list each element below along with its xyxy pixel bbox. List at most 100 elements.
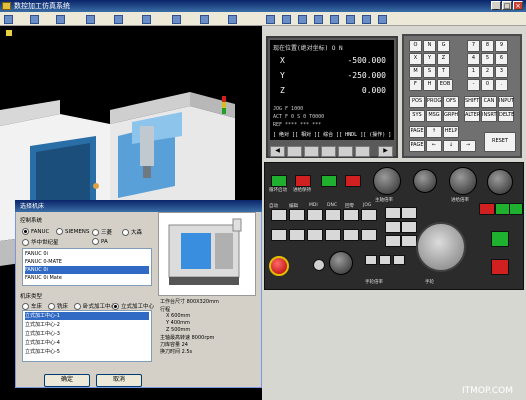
key[interactable]: OFS bbox=[443, 96, 459, 108]
mode-ref-button[interactable] bbox=[343, 209, 359, 221]
key[interactable]: SYS bbox=[409, 110, 425, 122]
key[interactable]: 4 bbox=[467, 53, 480, 65]
key[interactable]: GRPH bbox=[443, 110, 459, 122]
key[interactable]: 3 bbox=[495, 66, 508, 78]
spindle-override-knob[interactable] bbox=[373, 167, 401, 195]
softkey[interactable] bbox=[355, 146, 370, 157]
toolbar-button[interactable] bbox=[346, 14, 355, 24]
key[interactable]: INPUT bbox=[498, 96, 514, 108]
menu-item[interactable] bbox=[114, 14, 125, 24]
ok-button[interactable]: 确定 bbox=[44, 374, 90, 387]
key[interactable]: S bbox=[423, 66, 436, 78]
list-item[interactable]: 立式加工中心-3 bbox=[25, 330, 60, 338]
panel-button[interactable] bbox=[361, 229, 377, 241]
softkey[interactable] bbox=[304, 146, 319, 157]
close-button[interactable]: × bbox=[513, 1, 523, 10]
key[interactable]: PROG bbox=[426, 96, 442, 108]
panel-button[interactable] bbox=[271, 229, 287, 241]
list-item[interactable]: 立式加工中心-5 bbox=[25, 348, 60, 356]
key[interactable]: 9 bbox=[495, 40, 508, 52]
axis-4-button[interactable] bbox=[401, 221, 417, 233]
list-item[interactable]: 立式加工中心-4 bbox=[25, 339, 60, 347]
control-option[interactable]: 大森 bbox=[122, 228, 142, 236]
menu-item[interactable] bbox=[172, 14, 183, 24]
key[interactable]: ↓ bbox=[443, 140, 459, 152]
type-option[interactable]: 卧式加工中心 bbox=[74, 302, 116, 310]
key[interactable]: PAGE bbox=[409, 140, 425, 152]
key[interactable]: F bbox=[409, 79, 422, 91]
axis-y-button[interactable] bbox=[401, 207, 417, 219]
axis-x-button[interactable] bbox=[385, 207, 401, 219]
list-item-selected[interactable]: 立式加工中心-1 bbox=[25, 312, 149, 320]
toolbar-button[interactable] bbox=[298, 14, 307, 24]
menu-item[interactable] bbox=[200, 14, 211, 24]
control-option[interactable]: PA bbox=[92, 238, 108, 245]
control-option[interactable]: 三菱 bbox=[92, 228, 112, 236]
menu-item[interactable] bbox=[56, 14, 67, 24]
jog-rate-knob[interactable] bbox=[487, 169, 513, 195]
menu-item[interactable] bbox=[30, 14, 41, 24]
panel-button-red[interactable] bbox=[479, 203, 495, 215]
key[interactable]: DELTE bbox=[498, 110, 514, 122]
key[interactable]: Z bbox=[437, 53, 450, 65]
key[interactable]: 1 bbox=[467, 66, 480, 78]
panel-button[interactable] bbox=[379, 255, 391, 265]
mode-auto-button[interactable] bbox=[271, 209, 287, 221]
key[interactable]: MSG bbox=[426, 110, 442, 122]
key[interactable]: O bbox=[409, 40, 422, 52]
key[interactable]: Y bbox=[423, 53, 436, 65]
key[interactable]: 8 bbox=[481, 40, 494, 52]
key[interactable]: - bbox=[467, 79, 480, 91]
key[interactable]: 0 bbox=[481, 79, 494, 91]
key[interactable]: POS bbox=[409, 96, 425, 108]
menu-item[interactable] bbox=[86, 14, 97, 24]
reset-key[interactable]: RESET bbox=[484, 132, 516, 152]
menu-item[interactable] bbox=[142, 14, 153, 24]
softkey[interactable] bbox=[338, 146, 353, 157]
control-system-list[interactable]: FANUC 0i FANUC 0-MATE FANUC 0i FANUC 0i … bbox=[22, 248, 152, 286]
key[interactable]: SHIFT bbox=[464, 96, 480, 108]
list-item[interactable]: FANUC 0i Mate bbox=[25, 274, 62, 282]
list-item-selected[interactable]: FANUC 0i bbox=[25, 266, 149, 274]
key[interactable]: M bbox=[409, 66, 422, 78]
key[interactable]: EOB bbox=[437, 79, 453, 91]
control-option[interactable]: FANUC bbox=[22, 228, 49, 235]
mode-select-knob[interactable] bbox=[329, 251, 353, 275]
jog-plus-button[interactable] bbox=[401, 235, 417, 247]
type-option[interactable]: 铣床 bbox=[48, 302, 68, 310]
toolbar-button[interactable] bbox=[330, 14, 339, 24]
softkey[interactable] bbox=[287, 146, 302, 157]
key[interactable]: PAGE bbox=[409, 126, 425, 138]
cycle-start-button[interactable] bbox=[271, 175, 287, 187]
jog-minus-button[interactable] bbox=[385, 235, 401, 247]
key[interactable]: 2 bbox=[481, 66, 494, 78]
maximize-button[interactable]: □ bbox=[502, 1, 512, 10]
toolbar-button[interactable] bbox=[314, 14, 323, 24]
panel-button[interactable] bbox=[307, 229, 323, 241]
key[interactable]: ALTER bbox=[464, 110, 480, 122]
machine-list[interactable]: 立式加工中心-1 立式加工中心-2 立式加工中心-3 立式加工中心-4 立式加工… bbox=[22, 310, 152, 362]
softkey-left[interactable]: ◀ bbox=[270, 146, 285, 157]
key[interactable]: G bbox=[437, 40, 450, 52]
key[interactable]: → bbox=[460, 140, 476, 152]
panel-button[interactable] bbox=[393, 255, 405, 265]
key[interactable]: N bbox=[423, 40, 436, 52]
key[interactable]: CAN bbox=[481, 96, 497, 108]
menu-item[interactable] bbox=[4, 14, 15, 24]
key[interactable]: . bbox=[495, 79, 508, 91]
key[interactable]: X bbox=[409, 53, 422, 65]
spindle-cw-button[interactable] bbox=[321, 175, 337, 187]
program-start-button[interactable] bbox=[491, 231, 509, 247]
type-option[interactable]: 立式加工中心 bbox=[112, 302, 154, 310]
control-option[interactable]: 华中世纪星 bbox=[22, 238, 59, 246]
control-option[interactable]: SIEMENS bbox=[56, 228, 89, 235]
key[interactable]: 7 bbox=[467, 40, 480, 52]
menu-item[interactable] bbox=[228, 14, 239, 24]
handwheel[interactable] bbox=[416, 222, 466, 272]
key[interactable]: 5 bbox=[481, 53, 494, 65]
panel-button[interactable] bbox=[365, 255, 377, 265]
list-item[interactable]: 立式加工中心-2 bbox=[25, 321, 60, 329]
rapid-override-knob[interactable] bbox=[413, 169, 437, 193]
toolbar-button[interactable] bbox=[266, 14, 275, 24]
panel-button[interactable] bbox=[343, 229, 359, 241]
